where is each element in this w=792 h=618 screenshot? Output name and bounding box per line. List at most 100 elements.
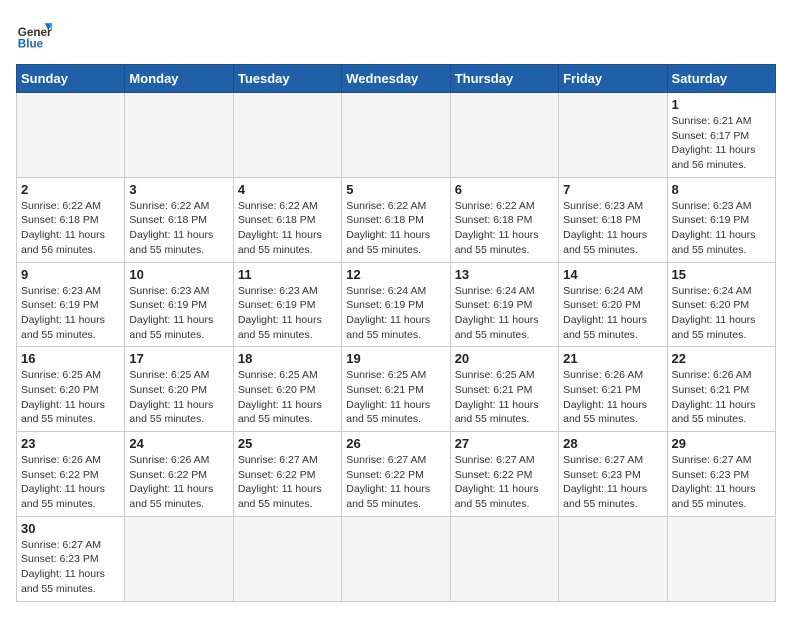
calendar-cell: 23Sunrise: 6:26 AM Sunset: 6:22 PM Dayli… — [17, 432, 125, 517]
day-info: Sunrise: 6:26 AM Sunset: 6:21 PM Dayligh… — [563, 368, 662, 427]
day-info: Sunrise: 6:24 AM Sunset: 6:20 PM Dayligh… — [563, 284, 662, 343]
day-info: Sunrise: 6:23 AM Sunset: 6:18 PM Dayligh… — [563, 199, 662, 258]
day-header-friday: Friday — [559, 65, 667, 93]
day-info: Sunrise: 6:21 AM Sunset: 6:17 PM Dayligh… — [672, 114, 771, 173]
calendar-cell: 22Sunrise: 6:26 AM Sunset: 6:21 PM Dayli… — [667, 347, 775, 432]
day-number: 13 — [455, 267, 554, 282]
day-number: 5 — [346, 182, 445, 197]
calendar-cell: 12 Sunrise: 6:24 AM Sunset: 6:19 PM Dayli… — [342, 262, 450, 347]
page-header: General Blue — [16, 16, 776, 52]
calendar-header-row: SundayMondayTuesdayWednesdayThursdayFrid… — [17, 65, 776, 93]
day-number: 14 — [563, 267, 662, 282]
calendar-cell: 10 Sunrise: 6:23 AM Sunset: 6:19 PM Dayli… — [125, 262, 233, 347]
calendar-cell: 29 Sunrise: 6:27 AM Sunset: 6:23 PM Dayli… — [667, 432, 775, 517]
day-info: Sunrise: 6:27 AM Sunset: 6:23 PM Dayligh… — [672, 453, 771, 512]
day-info: Sunrise: 6:25 AM Sunset: 6:20 PM Dayligh… — [238, 368, 337, 427]
day-number: 29 — [672, 436, 771, 451]
calendar-cell: 25 Sunrise: 6:27 AM Sunset: 6:22 PM Dayli… — [233, 432, 341, 517]
day-info: Sunrise: 6:22 AM Sunset: 6:18 PM Dayligh… — [21, 199, 120, 258]
day-info: Sunrise: 6:27 AM Sunset: 6:23 PM Dayligh… — [563, 453, 662, 512]
day-number: 15 — [672, 267, 771, 282]
day-info: Sunrise: 6:22 AM Sunset: 6:18 PM Dayligh… — [238, 199, 337, 258]
day-number: 12 — [346, 267, 445, 282]
day-number: 16 — [21, 351, 120, 366]
calendar-cell — [667, 516, 775, 601]
day-header-thursday: Thursday — [450, 65, 558, 93]
day-info: Sunrise: 6:23 AM Sunset: 6:19 PM Dayligh… — [238, 284, 337, 343]
calendar-cell — [233, 93, 341, 178]
day-number: 17 — [129, 351, 228, 366]
day-number: 27 — [455, 436, 554, 451]
day-header-sunday: Sunday — [17, 65, 125, 93]
calendar-cell — [450, 516, 558, 601]
day-header-wednesday: Wednesday — [342, 65, 450, 93]
day-number: 11 — [238, 267, 337, 282]
calendar-cell: 5 Sunrise: 6:22 AM Sunset: 6:18 PM Daylig… — [342, 177, 450, 262]
day-number: 4 — [238, 182, 337, 197]
day-number: 22 — [672, 351, 771, 366]
day-number: 3 — [129, 182, 228, 197]
calendar-cell: 20Sunrise: 6:25 AM Sunset: 6:21 PM Dayli… — [450, 347, 558, 432]
calendar-cell — [125, 516, 233, 601]
day-number: 10 — [129, 267, 228, 282]
calendar-cell: 7 Sunrise: 6:23 AM Sunset: 6:18 PM Daylig… — [559, 177, 667, 262]
logo: General Blue — [16, 16, 52, 52]
day-info: Sunrise: 6:24 AM Sunset: 6:19 PM Dayligh… — [346, 284, 445, 343]
day-header-monday: Monday — [125, 65, 233, 93]
calendar-table: SundayMondayTuesdayWednesdayThursdayFrid… — [16, 64, 776, 602]
calendar-cell: 18 Sunrise: 6:25 AM Sunset: 6:20 PM Dayli… — [233, 347, 341, 432]
day-info: Sunrise: 6:26 AM Sunset: 6:22 PM Dayligh… — [21, 453, 120, 512]
day-info: Sunrise: 6:25 AM Sunset: 6:21 PM Dayligh… — [346, 368, 445, 427]
day-info: Sunrise: 6:27 AM Sunset: 6:22 PM Dayligh… — [238, 453, 337, 512]
calendar-cell: 15 Sunrise: 6:24 AM Sunset: 6:20 PM Dayli… — [667, 262, 775, 347]
calendar-week-row: 23Sunrise: 6:26 AM Sunset: 6:22 PM Dayli… — [17, 432, 776, 517]
calendar-cell: 30Sunrise: 6:27 AM Sunset: 6:23 PM Dayli… — [17, 516, 125, 601]
calendar-cell: 19 Sunrise: 6:25 AM Sunset: 6:21 PM Dayli… — [342, 347, 450, 432]
day-number: 8 — [672, 182, 771, 197]
calendar-cell — [125, 93, 233, 178]
day-info: Sunrise: 6:22 AM Sunset: 6:18 PM Dayligh… — [346, 199, 445, 258]
calendar-cell — [450, 93, 558, 178]
day-number: 2 — [21, 182, 120, 197]
calendar-cell — [342, 93, 450, 178]
calendar-cell: 16 Sunrise: 6:25 AM Sunset: 6:20 PM Dayli… — [17, 347, 125, 432]
calendar-cell: 14 Sunrise: 6:24 AM Sunset: 6:20 PM Dayli… — [559, 262, 667, 347]
calendar-cell: 4 Sunrise: 6:22 AM Sunset: 6:18 PM Daylig… — [233, 177, 341, 262]
calendar-cell: 17Sunrise: 6:25 AM Sunset: 6:20 PM Dayli… — [125, 347, 233, 432]
calendar-cell: 3 Sunrise: 6:22 AM Sunset: 6:18 PM Daylig… — [125, 177, 233, 262]
calendar-cell: 24Sunrise: 6:26 AM Sunset: 6:22 PM Dayli… — [125, 432, 233, 517]
day-number: 28 — [563, 436, 662, 451]
day-info: Sunrise: 6:23 AM Sunset: 6:19 PM Dayligh… — [21, 284, 120, 343]
calendar-cell: 2 Sunrise: 6:22 AM Sunset: 6:18 PM Daylig… — [17, 177, 125, 262]
calendar-cell: 27Sunrise: 6:27 AM Sunset: 6:22 PM Dayli… — [450, 432, 558, 517]
day-header-tuesday: Tuesday — [233, 65, 341, 93]
day-number: 26 — [346, 436, 445, 451]
day-number: 7 — [563, 182, 662, 197]
day-info: Sunrise: 6:25 AM Sunset: 6:20 PM Dayligh… — [21, 368, 120, 427]
day-info: Sunrise: 6:25 AM Sunset: 6:21 PM Dayligh… — [455, 368, 554, 427]
day-info: Sunrise: 6:24 AM Sunset: 6:19 PM Dayligh… — [455, 284, 554, 343]
calendar-cell: 26 Sunrise: 6:27 AM Sunset: 6:22 PM Dayli… — [342, 432, 450, 517]
calendar-cell: 13 Sunrise: 6:24 AM Sunset: 6:19 PM Dayli… — [450, 262, 558, 347]
day-number: 24 — [129, 436, 228, 451]
day-info: Sunrise: 6:27 AM Sunset: 6:22 PM Dayligh… — [346, 453, 445, 512]
day-info: Sunrise: 6:22 AM Sunset: 6:18 PM Dayligh… — [129, 199, 228, 258]
calendar-cell — [342, 516, 450, 601]
calendar-cell: 21 Sunrise: 6:26 AM Sunset: 6:21 PM Dayli… — [559, 347, 667, 432]
day-info: Sunrise: 6:24 AM Sunset: 6:20 PM Dayligh… — [672, 284, 771, 343]
calendar-cell — [233, 516, 341, 601]
day-info: Sunrise: 6:23 AM Sunset: 6:19 PM Dayligh… — [672, 199, 771, 258]
day-header-saturday: Saturday — [667, 65, 775, 93]
calendar-cell — [17, 93, 125, 178]
day-number: 21 — [563, 351, 662, 366]
day-number: 25 — [238, 436, 337, 451]
day-info: Sunrise: 6:23 AM Sunset: 6:19 PM Dayligh… — [129, 284, 228, 343]
day-number: 19 — [346, 351, 445, 366]
calendar-week-row: 2 Sunrise: 6:22 AM Sunset: 6:18 PM Daylig… — [17, 177, 776, 262]
day-number: 1 — [672, 97, 771, 112]
calendar-cell: 8 Sunrise: 6:23 AM Sunset: 6:19 PM Daylig… — [667, 177, 775, 262]
day-number: 6 — [455, 182, 554, 197]
calendar-cell: 28 Sunrise: 6:27 AM Sunset: 6:23 PM Dayli… — [559, 432, 667, 517]
day-number: 18 — [238, 351, 337, 366]
calendar-week-row: 1 Sunrise: 6:21 AM Sunset: 6:17 PM Daylig… — [17, 93, 776, 178]
